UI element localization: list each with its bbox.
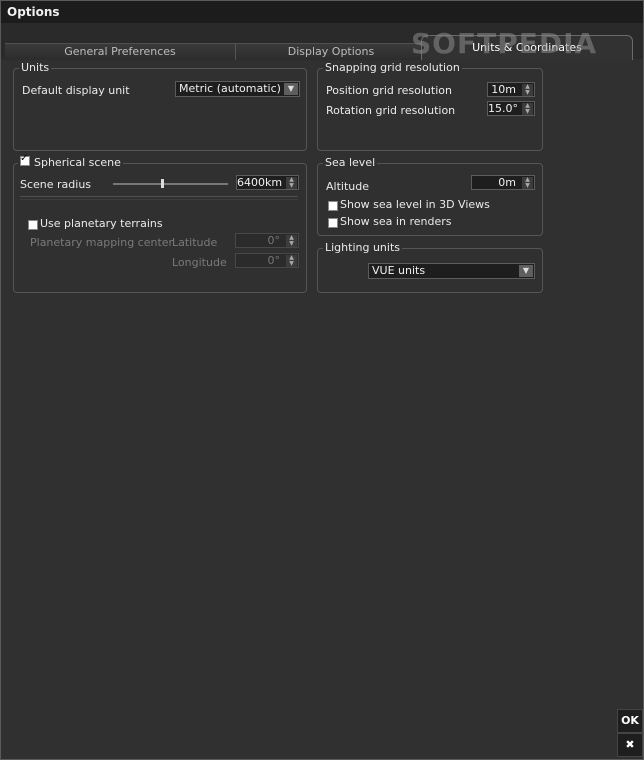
lighting-units-legend: Lighting units — [323, 241, 403, 254]
window-title: Options — [7, 5, 60, 19]
spinner[interactable]: ▲ ▼ — [286, 235, 297, 247]
scene-radius-label: Scene radius — [20, 178, 92, 191]
planetary-terrains-checkbox[interactable] — [28, 220, 38, 230]
sea-level-legend: Sea level — [323, 156, 378, 169]
units-legend: Units — [19, 61, 52, 74]
sea-level-panel: Sea level Altitude 0m ▲ ▼ Show sea level … — [317, 156, 543, 236]
tab-display-options[interactable]: Display Options — [235, 43, 426, 60]
lighting-units-panel: Lighting units VUE units ▼ — [317, 241, 543, 293]
spherical-scene-label: Spherical scene — [34, 156, 121, 169]
spinner[interactable]: ▲ ▼ — [522, 84, 533, 96]
longitude-label: Longitude — [172, 256, 227, 269]
snapping-panel: Snapping grid resolution Position grid r… — [317, 61, 543, 151]
altitude-label: Altitude — [326, 180, 369, 193]
show-sea-renders-checkbox[interactable] — [328, 218, 338, 228]
options-window: Options General Preferences Display Opti… — [0, 0, 644, 760]
spinner[interactable]: ▲ ▼ — [522, 177, 533, 189]
title-bar: Options — [1, 1, 643, 24]
spherical-scene-panel: Spherical scene Scene radius 6400km ▲▼ U… — [13, 153, 307, 293]
chevron-down-icon: ▼ — [519, 265, 533, 277]
scene-radius-slider[interactable] — [113, 183, 228, 185]
latitude-input[interactable]: 0° ▲ ▼ — [235, 233, 299, 248]
lighting-units-value: VUE units — [372, 264, 426, 277]
planetary-terrains-label: Use planetary terrains — [40, 217, 163, 230]
spinner[interactable]: ▲ ▼ — [286, 177, 297, 189]
snapping-legend: Snapping grid resolution — [323, 61, 462, 74]
show-sea-renders-label: Show sea in renders — [340, 215, 452, 228]
rotation-grid-label: Rotation grid resolution — [326, 104, 456, 117]
spherical-scene-checkbox[interactable] — [20, 153, 30, 166]
default-display-unit-dropdown[interactable]: Metric (automatic) ▼ — [175, 81, 300, 97]
default-display-unit-label: Default display unit — [22, 84, 130, 97]
altitude-input[interactable]: 0m ▲ ▼ — [471, 175, 535, 190]
chevron-down-icon: ▼ — [284, 83, 298, 95]
spherical-legend: Spherical scene — [18, 153, 123, 169]
position-grid-input[interactable]: 10m ▲ ▼ — [487, 82, 535, 97]
tab-general-preferences[interactable]: General Preferences — [5, 43, 235, 60]
scene-radius-input[interactable]: 6400km ▲ ▼ — [236, 175, 299, 190]
softpedia-watermark: SOFTPEDIA — [411, 27, 598, 60]
lighting-units-dropdown[interactable]: VUE units ▼ — [368, 263, 535, 279]
mapping-center-label: Planetary mapping center — [30, 236, 174, 249]
show-sea-3d-label: Show sea level in 3D Views — [340, 198, 490, 211]
show-sea-3d-checkbox[interactable] — [328, 201, 338, 211]
ok-button[interactable]: OK — [617, 709, 643, 733]
units-panel: Units Default display unit Metric (autom… — [13, 61, 307, 151]
rotation-grid-input[interactable]: 15.0° ▲ ▼ — [487, 101, 535, 116]
default-display-unit-value: Metric (automatic) — [179, 82, 281, 95]
separator — [20, 199, 298, 200]
spinner[interactable]: ▲ ▼ — [522, 103, 533, 115]
close-button[interactable]: ✖ — [617, 733, 643, 757]
latitude-label: Latitude — [172, 236, 218, 249]
longitude-input[interactable]: 0° ▲ ▼ — [235, 253, 299, 268]
position-grid-label: Position grid resolution — [326, 84, 452, 97]
scene-radius-slider-handle[interactable] — [161, 179, 164, 188]
spinner[interactable]: ▲ ▼ — [286, 255, 297, 267]
separator — [20, 196, 298, 197]
